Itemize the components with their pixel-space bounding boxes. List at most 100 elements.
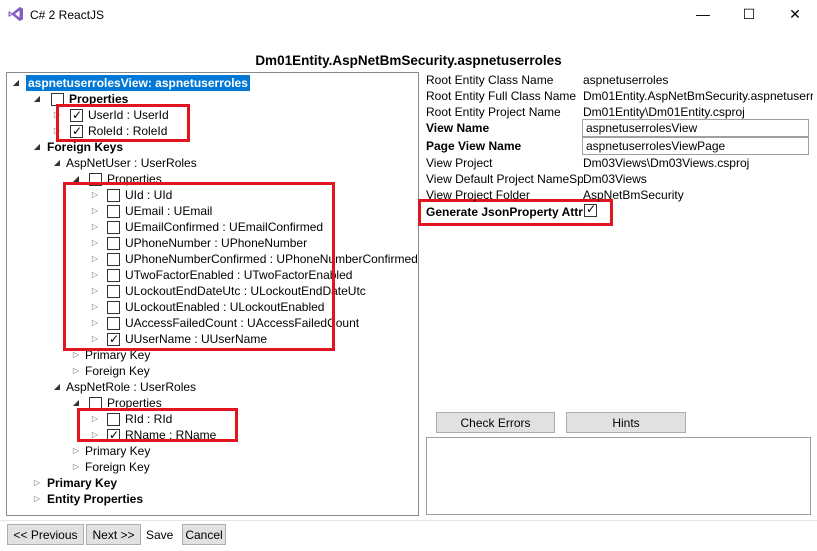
tree-node-aspnetuser-properties[interactable]: ◢ Properties — [7, 171, 407, 187]
expand-arrow-icon[interactable]: ▷ — [52, 107, 62, 123]
tree-node-root-label[interactable]: aspnetuserrolesView: aspnetuserroles — [26, 75, 250, 91]
aspnetrole-properties-checkbox[interactable] — [89, 397, 102, 410]
expand-arrow-icon[interactable]: ▷ — [90, 219, 100, 235]
generate-jsonproperty-checkbox[interactable] — [584, 202, 597, 217]
tree-node-entity-properties[interactable]: ▷ Entity Properties — [7, 491, 407, 507]
view-project-label: View Project — [426, 156, 493, 170]
check-errors-button[interactable]: Check Errors — [436, 412, 555, 433]
role-prop-checkbox[interactable] — [107, 413, 120, 426]
tree-node-user-prop[interactable]: ▷ ULockoutEndDateUtc : ULockoutEndDateUt… — [7, 283, 417, 299]
tree-node-label: UserId : UserId — [88, 108, 169, 122]
expand-arrow-icon[interactable]: ▷ — [90, 315, 100, 331]
tree-node-label: Primary Key — [85, 348, 151, 362]
expand-arrow-icon[interactable]: ▷ — [90, 427, 100, 443]
expand-arrow-icon[interactable]: ▷ — [32, 475, 42, 491]
collapse-arrow-icon[interactable]: ◢ — [11, 75, 21, 91]
expand-arrow-icon[interactable]: ▷ — [71, 347, 81, 363]
next-button[interactable]: Next >> — [86, 524, 141, 545]
tree-node-userid[interactable]: ▷ UserId : UserId — [7, 107, 407, 123]
expand-arrow-icon[interactable]: ▷ — [90, 331, 100, 347]
user-prop-checkbox[interactable] — [107, 237, 120, 250]
collapse-arrow-icon[interactable]: ◢ — [52, 379, 62, 395]
tree-node-primary-key[interactable]: ▷ Primary Key — [7, 475, 407, 491]
previous-button[interactable]: << Previous — [7, 524, 84, 545]
collapse-arrow-icon[interactable]: ◢ — [71, 171, 81, 187]
tree-node-aspnetrole-properties[interactable]: ◢ Properties — [7, 395, 407, 411]
tree-node-properties[interactable]: ◢ Properties — [7, 91, 407, 107]
expand-arrow-icon[interactable]: ▷ — [71, 363, 81, 379]
user-prop-checkbox[interactable] — [107, 301, 120, 314]
tree-node-user-prop[interactable]: ▷ UAccessFailedCount : UAccessFailedCoun… — [7, 315, 417, 331]
expand-arrow-icon[interactable]: ▷ — [90, 187, 100, 203]
tree-node-user-prop[interactable]: ▷ ULockoutEnabled : ULockoutEnabled — [7, 299, 417, 315]
tree-node-user-prop[interactable]: ▷ UPhoneNumberConfirmed : UPhoneNumberCo… — [7, 251, 418, 267]
expand-arrow-icon[interactable]: ▷ — [90, 267, 100, 283]
roleid-checkbox[interactable] — [70, 123, 83, 139]
user-prop-checkbox[interactable] — [107, 221, 120, 234]
tree-node-label: Primary Key — [85, 444, 151, 458]
tree-node-user-prop[interactable]: ▷ UEmail : UEmail — [7, 203, 417, 219]
collapse-arrow-icon[interactable]: ◢ — [32, 91, 42, 107]
page-view-name-input[interactable] — [582, 137, 809, 155]
expand-arrow-icon[interactable]: ▷ — [71, 443, 81, 459]
user-prop-checkbox[interactable] — [107, 331, 120, 347]
page-view-name-label: Page View Name — [426, 139, 522, 153]
tree-node-user-prop[interactable]: ▷ UTwoFactorEnabled : UTwoFactorEnabled — [7, 267, 417, 283]
expand-arrow-icon[interactable]: ▷ — [90, 203, 100, 219]
tree-node-user-prop[interactable]: ▷ UUserName : UUserName — [7, 331, 417, 347]
tree-node-roleid[interactable]: ▷ RoleId : RoleId — [7, 123, 407, 139]
tree-node-aspnetrole-primary-key[interactable]: ▷ Primary Key — [7, 443, 407, 459]
tree-node-label: Foreign Keys — [47, 140, 124, 154]
collapse-arrow-icon[interactable]: ◢ — [71, 395, 81, 411]
minimize-button[interactable]: — — [680, 0, 726, 28]
tree-node-aspnetuser[interactable]: ◢ AspNetUser : UserRoles — [7, 155, 407, 171]
expand-arrow-icon[interactable]: ▷ — [90, 299, 100, 315]
cancel-button[interactable]: Cancel — [182, 524, 226, 545]
tree-node-role-prop[interactable]: ▷ RName : RName — [7, 427, 407, 443]
expand-arrow-icon[interactable]: ▷ — [90, 251, 100, 267]
user-prop-checkbox[interactable] — [107, 253, 120, 266]
collapse-arrow-icon[interactable]: ◢ — [32, 139, 42, 155]
expand-arrow-icon[interactable]: ▷ — [32, 491, 42, 507]
collapse-arrow-icon[interactable]: ◢ — [52, 155, 62, 171]
tree-node-label: UPhoneNumberConfirmed : UPhoneNumberConf… — [125, 252, 418, 266]
tree-node-root[interactable]: ◢ aspnetuserrolesView: aspnetuserroles — [7, 75, 407, 91]
tree-node-role-prop[interactable]: ▷ RId : RId — [7, 411, 407, 427]
maximize-button[interactable]: ☐ — [726, 0, 772, 28]
root-entity-class-name-label: Root Entity Class Name — [426, 73, 554, 87]
tree-node-user-prop[interactable]: ▷ UEmailConfirmed : UEmailConfirmed — [7, 219, 417, 235]
expand-arrow-icon[interactable]: ▷ — [90, 283, 100, 299]
tree-node-aspnetrole[interactable]: ◢ AspNetRole : UserRoles — [7, 379, 407, 395]
properties-checkbox[interactable] — [51, 93, 64, 106]
user-prop-checkbox[interactable] — [107, 269, 120, 282]
save-button[interactable]: Save — [146, 528, 173, 542]
view-name-input[interactable] — [582, 119, 809, 137]
tree-node-label: RName : RName — [125, 428, 217, 442]
tree-node-user-prop[interactable]: ▷ UId : UId — [7, 187, 417, 203]
close-button[interactable]: ✕ — [772, 0, 817, 28]
tree-node-label: ULockoutEnabled : ULockoutEnabled — [125, 300, 325, 314]
user-prop-checkbox[interactable] — [107, 189, 120, 202]
aspnetuser-properties-checkbox[interactable] — [89, 173, 102, 186]
role-prop-checkbox[interactable] — [107, 427, 120, 443]
entity-tree[interactable]: ◢ aspnetuserrolesView: aspnetuserroles ◢… — [6, 72, 419, 516]
tree-node-aspnetuser-foreign-key[interactable]: ▷ Foreign Key — [7, 363, 407, 379]
tree-node-aspnetrole-foreign-key[interactable]: ▷ Foreign Key — [7, 459, 407, 475]
user-prop-checkbox[interactable] — [107, 317, 120, 330]
expand-arrow-icon[interactable]: ▷ — [90, 235, 100, 251]
messages-textarea[interactable] — [426, 437, 811, 515]
userid-checkbox[interactable] — [70, 107, 83, 123]
tree-node-foreign-keys[interactable]: ◢ Foreign Keys — [7, 139, 407, 155]
tree-node-user-prop[interactable]: ▷ UPhoneNumber : UPhoneNumber — [7, 235, 417, 251]
expand-arrow-icon[interactable]: ▷ — [71, 459, 81, 475]
page-title: Dm01Entity.AspNetBmSecurity.aspnetuserro… — [255, 53, 562, 68]
expand-arrow-icon[interactable]: ▷ — [52, 123, 62, 139]
hints-button[interactable]: Hints — [566, 412, 686, 433]
tree-node-aspnetuser-primary-key[interactable]: ▷ Primary Key — [7, 347, 407, 363]
user-prop-checkbox[interactable] — [107, 205, 120, 218]
root-entity-full-class-name-value: Dm01Entity.AspNetBmSecurity.aspnetuserro — [583, 89, 813, 103]
expand-arrow-icon[interactable]: ▷ — [90, 411, 100, 427]
title-bar: C# 2 ReactJS — ☐ ✕ — [0, 0, 817, 30]
user-prop-checkbox[interactable] — [107, 285, 120, 298]
root-entity-project-name-label: Root Entity Project Name — [426, 105, 561, 119]
